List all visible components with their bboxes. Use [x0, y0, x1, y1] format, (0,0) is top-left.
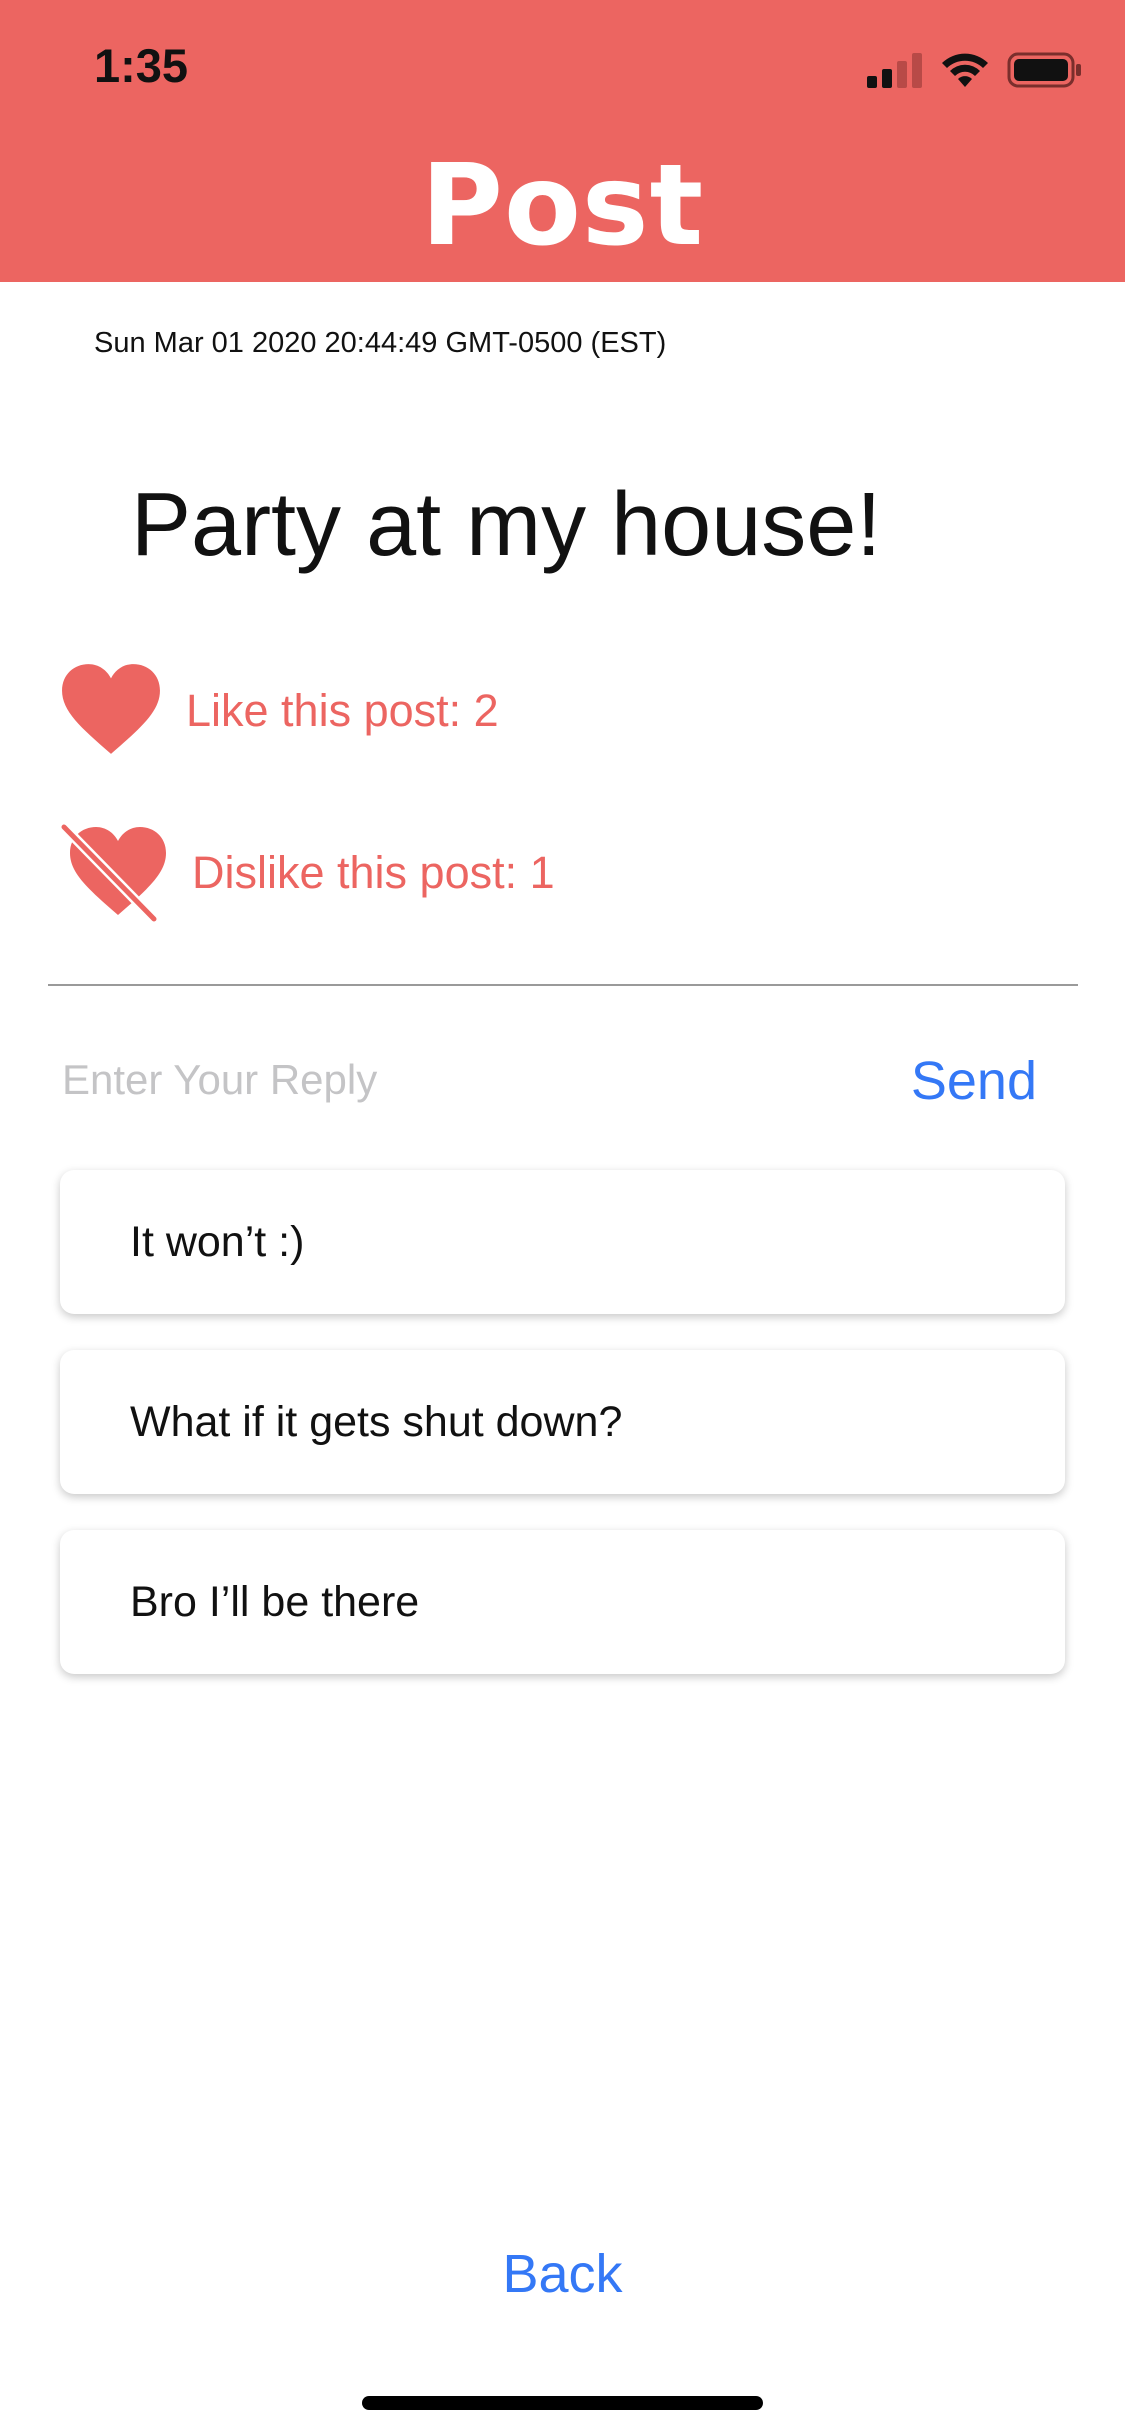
- reply-text: What if it gets shut down?: [130, 1397, 623, 1446]
- post-screen: 1:35 Post Sun Mar 01 2020 20:44:49 GMT-0…: [0, 0, 1125, 2436]
- status-icons: [867, 50, 1083, 90]
- reply-list: It won’t :) What if it gets shut down? B…: [60, 1170, 1065, 1710]
- dislike-button[interactable]: Dislike this post: 1: [60, 822, 555, 924]
- back-button[interactable]: Back: [0, 2243, 1125, 2305]
- dislike-count-label: Dislike this post: 1: [192, 847, 555, 898]
- like-button[interactable]: Like this post: 2: [60, 660, 499, 762]
- post-date: Sun Mar 01 2020 20:44:49 GMT-0500 (EST): [94, 327, 667, 359]
- send-button[interactable]: Send: [911, 1050, 1037, 1112]
- home-indicator[interactable]: [362, 2396, 763, 2410]
- heart-icon: [62, 664, 160, 754]
- battery-icon: [1007, 52, 1081, 88]
- wifi-icon: [942, 53, 988, 87]
- reply-input[interactable]: [62, 1048, 842, 1112]
- signal-icon: [867, 53, 922, 88]
- reply-card: It won’t :): [60, 1170, 1065, 1314]
- status-time: 1:35: [94, 39, 189, 92]
- reply-card: What if it gets shut down?: [60, 1350, 1065, 1494]
- reply-text: Bro I’ll be there: [130, 1577, 420, 1626]
- reply-text: It won’t :): [130, 1217, 305, 1266]
- page-title: Post: [420, 141, 705, 271]
- like-count-label: Like this post: 2: [186, 685, 499, 736]
- heart-slash-icon: [61, 824, 166, 922]
- divider: [48, 984, 1078, 986]
- post-title: Party at my house!: [131, 475, 882, 575]
- header-bar: 1:35 Post: [0, 0, 1125, 282]
- reply-card: Bro I’ll be there: [60, 1530, 1065, 1674]
